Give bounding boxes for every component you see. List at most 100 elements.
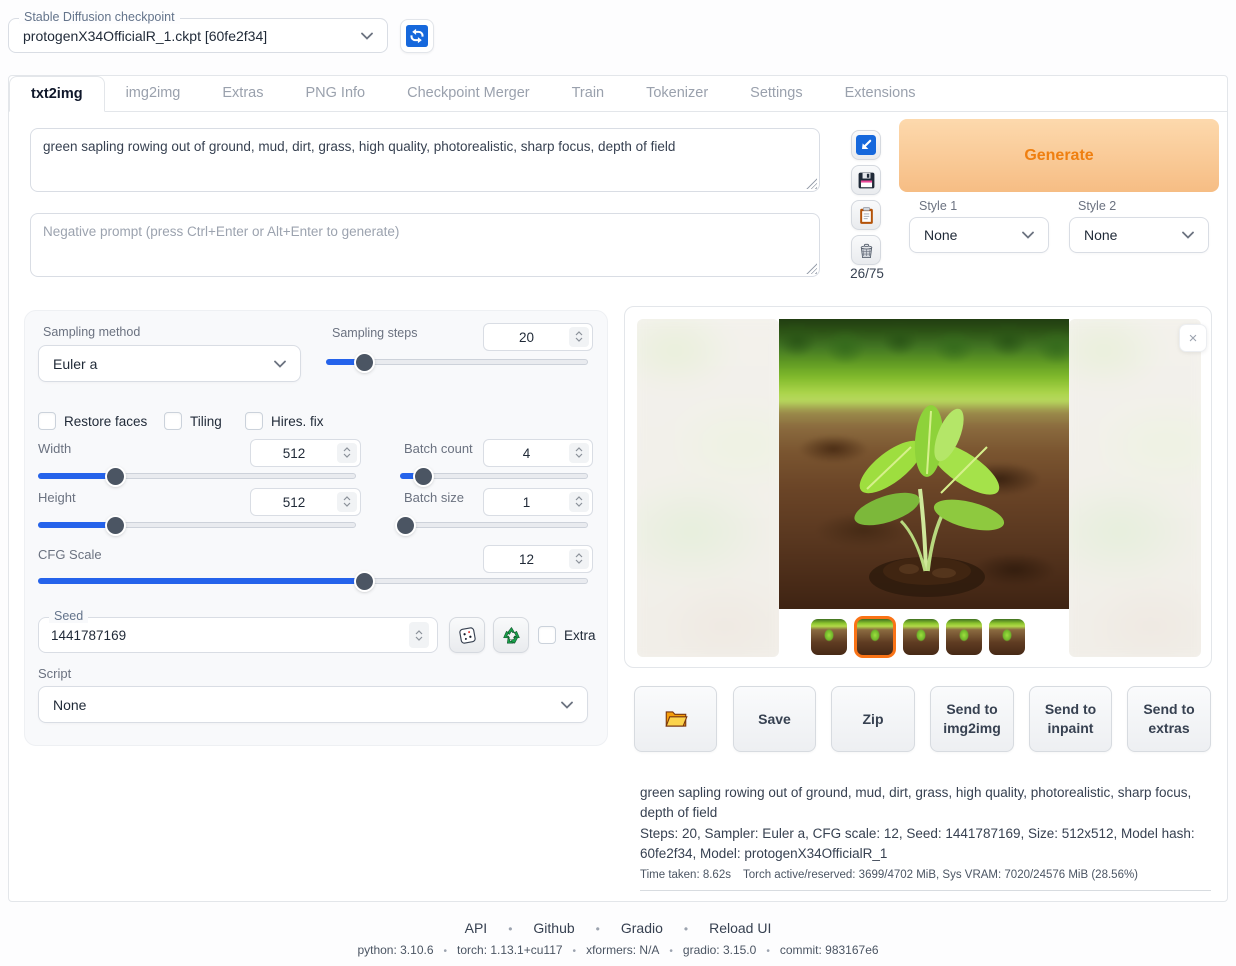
tab-settings[interactable]: Settings	[729, 76, 823, 111]
tab-train[interactable]: Train	[551, 76, 626, 111]
thumbnail-4[interactable]	[946, 619, 982, 655]
footer-link-gradio[interactable]: Gradio	[621, 920, 663, 936]
seed-label: Seed	[49, 609, 88, 623]
hires-fix-option[interactable]: Hires. fix	[245, 412, 324, 430]
reuse-seed-button[interactable]	[493, 617, 529, 653]
extra-seed-option[interactable]: Extra	[538, 626, 596, 644]
recycle-icon	[501, 625, 522, 646]
tab-tokenizer[interactable]: Tokenizer	[625, 76, 729, 111]
sampling-steps-slider[interactable]	[326, 354, 588, 370]
close-gallery-button[interactable]: ×	[1179, 324, 1207, 352]
tiling-option[interactable]: Tiling	[164, 412, 222, 430]
style2-value: None	[1084, 227, 1117, 243]
thumbnail-strip	[625, 613, 1211, 661]
chevron-down-icon	[1182, 231, 1194, 239]
open-folder-button[interactable]	[634, 686, 717, 752]
extra-checkbox[interactable]	[538, 626, 556, 644]
chevron-down-icon	[561, 701, 573, 709]
script-select[interactable]: None	[38, 686, 588, 723]
seed-value: 1441787169	[51, 628, 409, 643]
stepper-arrows[interactable]	[337, 443, 357, 464]
stepper-arrows[interactable]	[569, 443, 589, 464]
sampling-steps-input[interactable]: 20	[483, 323, 593, 351]
checkpoint-select[interactable]: Stable Diffusion checkpoint protogenX34O…	[8, 18, 388, 53]
sampling-method-value: Euler a	[53, 356, 97, 372]
output-gallery: ×	[624, 306, 1212, 668]
thumbnail-5[interactable]	[989, 619, 1025, 655]
sampling-steps-label: Sampling steps	[332, 326, 417, 340]
save-style-button[interactable]	[851, 165, 881, 195]
python-version: python: 3.10.6	[357, 943, 433, 957]
tiling-checkbox[interactable]	[164, 412, 182, 430]
checkpoint-label: Stable Diffusion checkpoint	[19, 10, 180, 24]
send-to-inpaint-label: Send to inpaint	[1040, 700, 1101, 738]
batch-count-value: 4	[484, 446, 569, 461]
gradio-version: gradio: 3.15.0	[659, 943, 756, 957]
negative-prompt-input[interactable]	[30, 213, 820, 277]
height-slider[interactable]	[38, 517, 356, 533]
stepper-arrows[interactable]	[569, 327, 589, 348]
tab-png-info[interactable]: PNG Info	[284, 76, 386, 111]
thumbnail-2-selected[interactable]	[854, 616, 896, 658]
height-input[interactable]: 512	[250, 488, 361, 516]
read-generation-params-button[interactable]	[851, 130, 881, 160]
style2-select[interactable]: None	[1069, 217, 1209, 253]
save-button[interactable]: Save	[733, 686, 816, 752]
negative-prompt-field-wrap	[30, 213, 820, 277]
prompt-field-wrap: green sapling rowing out of ground, mud,…	[30, 128, 820, 192]
footer-link-reload-ui[interactable]: Reload UI	[709, 920, 771, 936]
restore-faces-checkbox[interactable]	[38, 412, 56, 430]
stepper-arrows[interactable]	[569, 492, 589, 513]
batch-size-input[interactable]: 1	[483, 488, 593, 516]
width-input[interactable]: 512	[250, 439, 361, 467]
stepper-arrows[interactable]	[409, 622, 429, 648]
batch-size-label: Batch size	[404, 490, 464, 505]
footer-link-github[interactable]: Github	[533, 920, 574, 936]
token-counter: 26/75	[843, 266, 891, 281]
zip-button[interactable]: Zip	[831, 686, 915, 752]
refresh-checkpoint-button[interactable]	[400, 19, 434, 53]
prompt-input[interactable]: green sapling rowing out of ground, mud,…	[30, 128, 820, 192]
width-value: 512	[251, 446, 337, 461]
random-seed-button[interactable]	[449, 617, 485, 653]
style1-select[interactable]: None	[909, 217, 1049, 253]
tab-checkpoint-merger[interactable]: Checkpoint Merger	[386, 76, 551, 111]
batch-count-label: Batch count	[404, 441, 473, 456]
hires-fix-label: Hires. fix	[271, 414, 324, 429]
tab-extras[interactable]: Extras	[201, 76, 284, 111]
thumbnail-3[interactable]	[903, 619, 939, 655]
send-to-img2img-button[interactable]: Send to img2img	[930, 686, 1014, 752]
tab-img2img[interactable]: img2img	[105, 76, 202, 111]
restore-faces-option[interactable]: Restore faces	[38, 412, 147, 430]
zip-label: Zip	[863, 710, 884, 729]
cfg-scale-input[interactable]: 12	[483, 545, 593, 573]
sampling-method-select[interactable]: Euler a	[38, 345, 301, 382]
stepper-arrows[interactable]	[337, 492, 357, 513]
batch-size-slider[interactable]	[400, 517, 588, 533]
generate-button[interactable]: Generate	[899, 119, 1219, 192]
batch-size-value: 1	[484, 495, 569, 510]
chevron-down-icon	[1022, 231, 1034, 239]
seed-input[interactable]: Seed 1441787169	[38, 617, 438, 653]
trash-icon	[857, 241, 876, 260]
script-value: None	[53, 697, 86, 713]
generated-image[interactable]	[779, 319, 1069, 609]
refresh-icon	[406, 25, 428, 47]
send-to-extras-button[interactable]: Send to extras	[1127, 686, 1211, 752]
stepper-arrows[interactable]	[569, 549, 589, 570]
thumbnail-1[interactable]	[811, 619, 847, 655]
arrow-down-left-icon	[856, 135, 876, 155]
tab-txt2img[interactable]: txt2img	[9, 76, 105, 112]
tab-extensions[interactable]: Extensions	[824, 76, 937, 111]
batch-count-input[interactable]: 4	[483, 439, 593, 467]
cfg-scale-slider[interactable]	[38, 573, 588, 589]
cfg-scale-label: CFG Scale	[38, 547, 102, 562]
apply-style-button[interactable]	[851, 200, 881, 230]
batch-count-slider[interactable]	[400, 468, 588, 484]
chevron-down-icon	[361, 32, 373, 40]
hires-fix-checkbox[interactable]	[245, 412, 263, 430]
footer-link-api[interactable]: API	[465, 920, 488, 936]
delete-style-button[interactable]	[851, 235, 881, 265]
width-slider[interactable]	[38, 468, 356, 484]
send-to-inpaint-button[interactable]: Send to inpaint	[1029, 686, 1112, 752]
